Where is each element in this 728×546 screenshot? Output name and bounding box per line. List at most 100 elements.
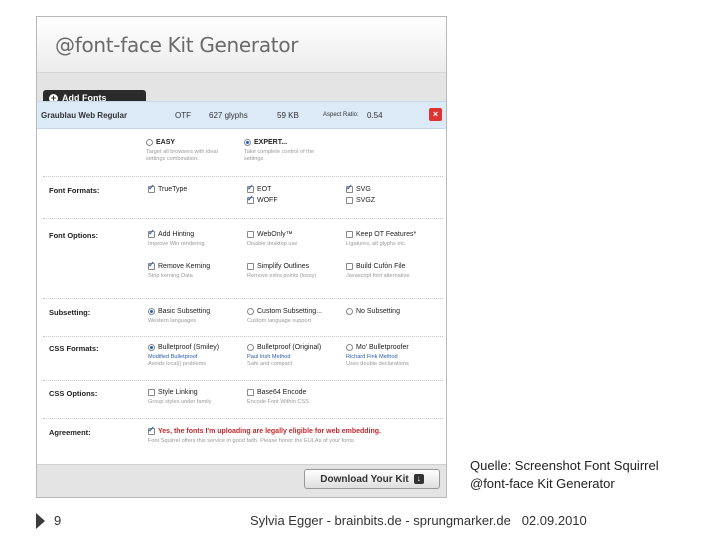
keep-ot-desc: Ligatures, alt glyphs etc. — [346, 241, 407, 247]
checkbox-checked-icon — [148, 183, 155, 193]
modified-bulletproof-link[interactable]: Modified Bulletproof — [148, 354, 197, 361]
svgz-checkbox[interactable]: SVGZ — [346, 197, 375, 204]
radio-selected-icon — [148, 344, 155, 351]
keep-ot-checkbox[interactable]: Keep OT Features* — [346, 231, 416, 238]
add-hinting-checkbox[interactable]: Add Hinting — [148, 228, 195, 238]
subsetting-label: Subsetting: — [49, 308, 91, 317]
mode-easy-desc-2: settings combination. — [146, 156, 199, 162]
font-glyphs: 627 glyphs — [209, 111, 248, 120]
eot-label: EOT — [257, 186, 272, 193]
checkbox-icon — [247, 231, 254, 238]
css-options-row: CSS Options: Style Linking Group styles … — [43, 381, 443, 419]
truetype-label: TrueType — [158, 186, 188, 193]
mode-expert-desc-1: Take complete control of the — [244, 149, 314, 155]
webonly-label: WebOnly™ — [257, 231, 293, 238]
mo-bulletproofer-radio[interactable]: Mo' Bulletproofer — [346, 344, 409, 351]
font-formats-label: Font Formats: — [49, 186, 100, 195]
mode-easy-label: EASY — [156, 139, 176, 146]
agreement-desc: Font Squirrel offers this service in goo… — [148, 438, 356, 444]
checkbox-icon — [247, 389, 254, 396]
remove-kerning-desc: Strip kerning Data — [148, 273, 193, 279]
caption-line-2: @font-face Kit Generator — [470, 476, 615, 491]
paul-irish-method-link[interactable]: Paul Irish Method — [247, 354, 291, 361]
remove-kerning-checkbox[interactable]: Remove Kerning — [148, 260, 211, 270]
chevron-right-icon — [36, 513, 45, 529]
add-hinting-desc: Improve Win rendering — [148, 241, 205, 247]
mode-expert-label: EXPERT... — [254, 139, 288, 146]
slide-number: 9 — [54, 513, 62, 528]
svg-checkbox[interactable]: SVG — [346, 183, 371, 193]
mode-easy-desc: Target all browsers with ideal settings … — [146, 149, 218, 163]
checkbox-checked-icon — [148, 425, 155, 435]
basic-subsetting-label: Basic Subsetting — [158, 308, 211, 315]
checkbox-checked-icon — [148, 228, 155, 238]
font-row: Graublau Web Regular OTF 627 glyphs 59 K… — [37, 101, 446, 129]
keep-ot-label: Keep OT Features* — [356, 231, 417, 238]
simplify-outlines-checkbox[interactable]: Simplify Outlines — [247, 263, 309, 270]
bulletproof-original-label: Bulletproof (Original) — [257, 344, 322, 351]
basic-subsetting-radio[interactable]: Basic Subsetting — [148, 308, 210, 315]
remove-kerning-label: Remove Kerning — [158, 263, 211, 270]
font-size: 59 KB — [277, 111, 299, 120]
slide-credits: Sylvia Egger - brainbits.de - sprungmark… — [250, 513, 587, 528]
checkbox-checked-icon — [247, 183, 254, 193]
slide-footer: 9 Sylvia Egger - brainbits.de - sprungma… — [0, 504, 728, 540]
bulletproof-original-desc: Safe and compact — [247, 361, 293, 367]
subsetting-row: Subsetting: Basic Subsetting Western lan… — [43, 299, 443, 337]
font-name: Graublau Web Regular — [41, 111, 128, 120]
font-options-label: Font Options: — [49, 231, 99, 240]
base64-encode-desc: Encode Font Within CSS — [247, 399, 309, 405]
no-subsetting-radio[interactable]: No Subsetting — [346, 308, 400, 315]
header: @font-face Kit Generator — [37, 17, 446, 73]
source-caption: Quelle: Screenshot Font Squirrel @font-f… — [470, 457, 659, 493]
webonly-checkbox[interactable]: WebOnly™ — [247, 231, 293, 238]
eot-checkbox[interactable]: EOT — [247, 183, 272, 193]
remove-font-close-icon[interactable]: × — [429, 108, 442, 121]
mode-easy-desc-1: Target all browsers with ideal — [146, 149, 218, 155]
mode-expert-radio[interactable]: EXPERT... — [244, 139, 287, 146]
bulletproof-original-radio[interactable]: Bulletproof (Original) — [247, 344, 321, 351]
build-cufon-desc: Javascript font alternative — [346, 273, 410, 279]
mo-bulletproofer-desc: Uses double declarations — [346, 361, 409, 367]
style-linking-label: Style Linking — [158, 389, 198, 396]
bulletproof-smiley-desc: Avoids local() problems — [148, 361, 207, 367]
checkbox-icon — [148, 389, 155, 396]
kit-generator-screenshot: @font-face Kit Generator + Add Fonts Gra… — [36, 16, 447, 498]
no-subsetting-label: No Subsetting — [356, 308, 400, 315]
font-format: OTF — [175, 111, 191, 120]
base64-encode-label: Base64 Encode — [257, 389, 307, 396]
bulletproof-smiley-radio[interactable]: Bulletproof (Smiley) — [148, 344, 219, 351]
mode-easy-radio[interactable]: EASY — [146, 139, 175, 146]
slide-date: 02.09.2010 — [521, 513, 587, 528]
base64-encode-checkbox[interactable]: Base64 Encode — [247, 389, 306, 396]
custom-subsetting-label: Custom Subsetting... — [257, 308, 322, 315]
radio-selected-icon — [148, 308, 155, 315]
build-cufon-label: Build Cufón File — [356, 263, 406, 270]
agreement-row: Agreement: Yes, the fonts I'm uploading … — [43, 419, 443, 461]
simplify-outlines-desc: Remove extra points (lossy) — [247, 273, 317, 279]
basic-subsetting-desc: Western languages — [148, 318, 197, 324]
radio-icon — [346, 308, 353, 315]
richard-fink-method-link[interactable]: Richard Fink Method — [346, 354, 398, 361]
custom-subsetting-radio[interactable]: Custom Subsetting... — [247, 308, 322, 315]
woff-label: WOFF — [257, 197, 278, 204]
custom-subsetting-desc: Custom language support — [247, 318, 312, 324]
checkbox-icon — [346, 231, 353, 238]
add-hinting-label: Add Hinting — [158, 231, 195, 238]
webonly-desc: Disable desktop use — [247, 241, 298, 247]
download-kit-label: Download Your Kit — [320, 473, 409, 485]
simplify-outlines-label: Simplify Outlines — [257, 263, 310, 270]
woff-checkbox[interactable]: WOFF — [247, 194, 278, 204]
caption-line-1: Quelle: Screenshot Font Squirrel — [470, 458, 659, 473]
download-kit-button[interactable]: Download Your Kit ↓ — [304, 469, 440, 489]
aspect-ratio-value: 0.54 — [367, 111, 383, 120]
download-arrow-icon: ↓ — [413, 474, 424, 484]
mode-expert-desc: Take complete control of the settings. — [244, 149, 314, 163]
page-title: @font-face Kit Generator — [55, 33, 299, 57]
truetype-checkbox[interactable]: TrueType — [148, 183, 188, 193]
style-linking-checkbox[interactable]: Style Linking — [148, 389, 198, 396]
agreement-checkbox[interactable]: Yes, the fonts I'm uploading are legally… — [148, 425, 381, 435]
svg-label: SVG — [356, 186, 371, 193]
radio-icon — [146, 139, 153, 146]
build-cufon-checkbox[interactable]: Build Cufón File — [346, 263, 405, 270]
